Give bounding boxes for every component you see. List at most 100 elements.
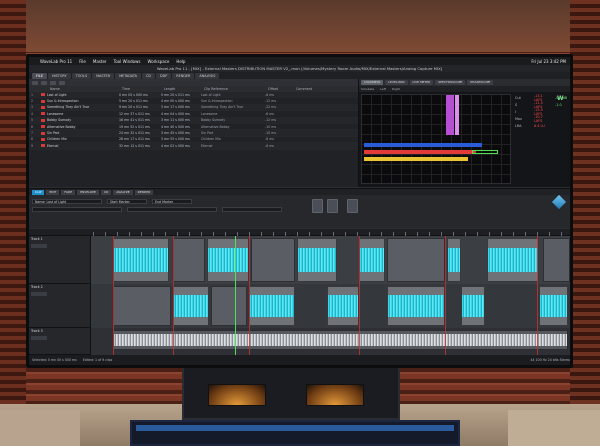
track-1-lane[interactable] <box>91 236 570 284</box>
tab-cd-clip[interactable]: CD <box>100 189 112 195</box>
menu-master[interactable]: Master <box>93 59 107 64</box>
track-1-volume[interactable] <box>31 244 47 248</box>
audio-clip[interactable] <box>461 286 485 326</box>
empty-clip[interactable] <box>113 286 171 326</box>
col-offset[interactable]: Offset <box>265 87 293 91</box>
marker-number: 5 <box>31 118 34 123</box>
empty-clip[interactable] <box>543 238 570 282</box>
marker-line[interactable] <box>173 236 174 355</box>
empty-clip[interactable] <box>251 238 295 282</box>
clip-fields: Name: Lost of Light Start Marker End Mar… <box>29 198 570 204</box>
marker-clip-reference: Bobby Sumody <box>201 118 226 123</box>
montage-area: Track 1 Track 2 Track 3 <box>29 229 570 355</box>
track-2-volume[interactable] <box>31 292 47 296</box>
track-3-lane[interactable] <box>91 328 570 355</box>
col-clip-reference[interactable]: Clip Reference <box>201 87 265 91</box>
options-button[interactable] <box>59 80 65 85</box>
remove-marker-button[interactable] <box>41 80 47 85</box>
tab-analysis[interactable]: ANALYSIS <box>195 72 220 79</box>
wavelab-screen: WaveLab Pro 11 File Master Tool Windows … <box>29 57 570 365</box>
marker-name: Eternal <box>47 143 59 148</box>
marker-flag-icon <box>41 144 45 148</box>
process-button[interactable] <box>347 199 358 213</box>
track-3-volume[interactable] <box>31 336 47 340</box>
time-ruler[interactable] <box>29 229 570 236</box>
tab-phasescope[interactable]: PHASESCOPE <box>467 80 494 85</box>
track-3-header[interactable]: Track 3 <box>29 328 91 355</box>
col-comment[interactable]: Comment <box>293 87 312 91</box>
tab-render-clip[interactable]: RENDER <box>134 189 154 195</box>
clip-option-2[interactable] <box>127 206 217 212</box>
menu-workspace[interactable]: Workspace <box>147 59 169 64</box>
tab-render[interactable]: RENDER <box>172 72 195 79</box>
ceiling <box>0 0 600 52</box>
add-marker-button[interactable] <box>32 80 38 85</box>
readout-row: LRA 6.4 LU <box>515 122 570 129</box>
col-length[interactable]: Length <box>161 87 201 91</box>
marker-line[interactable] <box>113 236 114 355</box>
col-time[interactable]: Time <box>119 87 161 91</box>
tab-ddp[interactable]: DDP <box>155 72 172 79</box>
tab-history[interactable]: HISTORY <box>47 72 71 79</box>
menu-file[interactable]: File <box>79 59 86 64</box>
meter-simulate[interactable]: Simulate <box>361 87 374 91</box>
wall-panel-right <box>570 0 600 446</box>
level-bar-red <box>364 150 476 154</box>
tab-clip[interactable]: CLIP <box>32 189 45 195</box>
tab-envelope[interactable]: ENVELOPE <box>77 189 99 195</box>
tab-file[interactable]: FILE <box>32 72 47 79</box>
menu-app[interactable]: WaveLab Pro 11 <box>40 59 72 64</box>
empty-clip[interactable] <box>387 238 445 282</box>
filter-button[interactable] <box>50 80 56 85</box>
end-marker-field[interactable]: End Marker <box>152 198 192 204</box>
marker-line[interactable] <box>445 236 446 355</box>
col-name[interactable]: Name <box>47 87 119 91</box>
marker-line[interactable] <box>249 236 250 355</box>
track-1-header[interactable]: Track 1 <box>29 236 91 284</box>
tab-cd[interactable]: CD <box>142 72 155 79</box>
audio-clip[interactable] <box>249 286 295 326</box>
tab-live-meter[interactable]: LIVE METER <box>409 80 434 85</box>
audio-clip[interactable] <box>327 286 359 326</box>
marker-line[interactable] <box>359 236 360 355</box>
audio-clip[interactable] <box>113 238 169 282</box>
tab-tools[interactable]: TOOLS <box>71 72 92 79</box>
audio-clip[interactable] <box>297 238 337 282</box>
tab-loudness[interactable]: LOUDNESS <box>361 80 384 85</box>
audio-clip[interactable] <box>447 238 461 282</box>
tab-spectroscope[interactable]: SPECTROSCOPE <box>435 80 466 85</box>
menu-tool-windows[interactable]: Tool Windows <box>114 59 141 64</box>
apply-button[interactable] <box>327 199 338 213</box>
tab-master[interactable]: MASTER <box>92 72 115 79</box>
clip-name-field[interactable]: Name: Lost of Light <box>32 198 102 204</box>
tab-edit[interactable]: EDIT <box>46 189 60 195</box>
track-2-lane[interactable] <box>91 284 570 328</box>
meter-left: Left <box>380 87 386 91</box>
audio-clip[interactable] <box>387 286 445 326</box>
audio-clip[interactable] <box>487 238 539 282</box>
tab-level-pan[interactable]: LEVEL/PAN <box>385 80 408 85</box>
marker-time: 32 mn 12 s 011 ms <box>119 143 150 148</box>
empty-clip[interactable] <box>211 286 247 326</box>
playback-cursor[interactable] <box>235 236 236 355</box>
start-marker-field[interactable]: Start Marker <box>107 198 147 204</box>
tab-fade[interactable]: FADE <box>61 189 76 195</box>
marker-line[interactable] <box>537 236 538 355</box>
audio-clip[interactable] <box>539 286 568 326</box>
audio-clip[interactable] <box>173 286 209 326</box>
marker-offset: -12 ms <box>265 99 276 104</box>
track-3-name: Track 3 <box>31 329 43 333</box>
empty-clip[interactable] <box>173 238 205 282</box>
audio-clip-reference[interactable] <box>113 330 568 350</box>
tab-analyze[interactable]: ANALYZE <box>113 189 133 195</box>
clip-option-3[interactable] <box>222 206 282 212</box>
track-2-header[interactable]: Track 2 <box>29 284 91 328</box>
clip-option-1[interactable] <box>32 206 122 212</box>
marker-row[interactable]: 9 Eternal 32 mn 12 s 011 ms 4 mn 02 s 000 m… <box>29 143 358 150</box>
render-button[interactable] <box>312 199 323 213</box>
menu-help[interactable]: Help <box>176 59 185 64</box>
audio-clip[interactable] <box>359 238 385 282</box>
loudness-readouts: Cut -13.1 LUFS -0.9 dB S -11.5 LUFS -1.0 I -13.… <box>515 94 570 184</box>
tab-metadata[interactable]: METADATA <box>115 72 141 79</box>
audio-clip[interactable] <box>207 238 249 282</box>
